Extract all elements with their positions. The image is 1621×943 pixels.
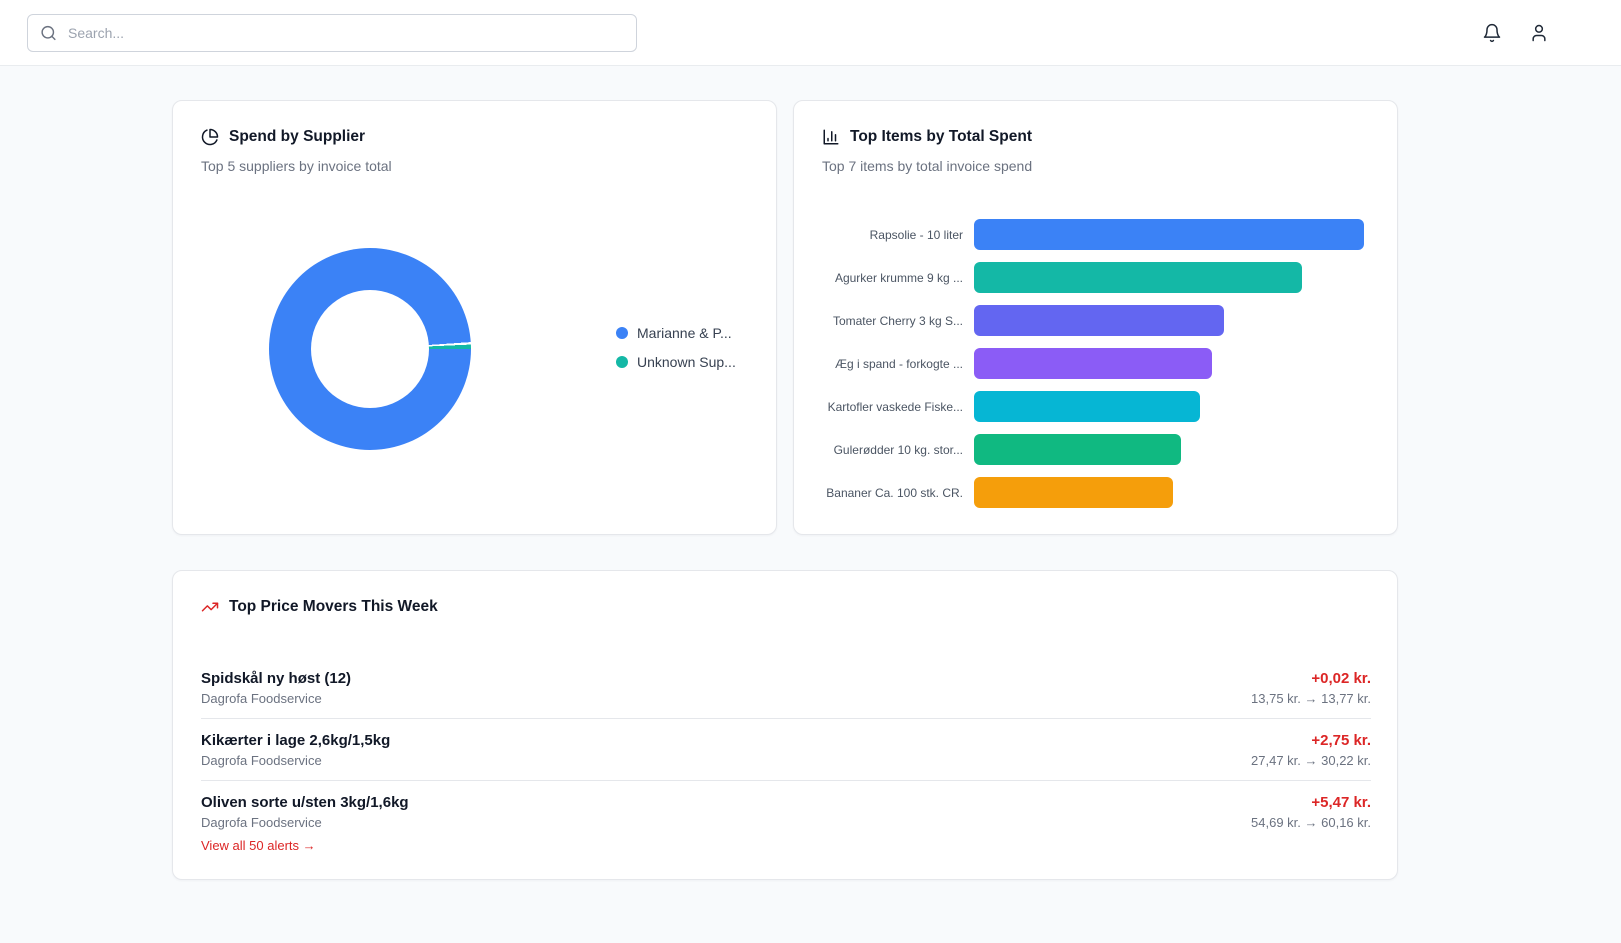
bar-row: Kartofler vaskede Fiske... (822, 391, 1364, 422)
mover-name: Kikærter i lage 2,6kg/1,5kg (201, 732, 391, 749)
legend-dot (616, 327, 628, 339)
bar-label: Kartofler vaskede Fiske... (827, 399, 963, 414)
price-movers-list: Spidskål ny høst (12) Dagrofa Foodservice… (201, 657, 1371, 842)
profile-button[interactable] (1529, 23, 1549, 43)
search-icon (41, 25, 56, 40)
mover-delta: +0,02 kr. (1311, 670, 1371, 687)
user-icon (1532, 24, 1546, 41)
legend-item[interactable]: Marianne & P... (616, 325, 736, 341)
legend-dot (616, 356, 628, 368)
bar-chart-icon (823, 129, 839, 145)
mover-info: Spidskål ny høst (12) Dagrofa Foodservice (201, 670, 351, 706)
bar-label: Bananer Ca. 100 stk. CR. (826, 485, 963, 500)
topbar-actions (1482, 23, 1621, 43)
card-header: Top Price Movers This Week (173, 571, 1397, 616)
bar-track (974, 305, 1364, 336)
mover-supplier: Dagrofa Foodservice (201, 815, 322, 830)
mover-name: Oliven sorte u/sten 3kg/1,6kg (201, 794, 409, 811)
legend-item[interactable]: Unknown Sup... (616, 354, 736, 370)
bar-row: Æg i spand - forkogte ... (822, 348, 1364, 379)
price-movers-card: Top Price Movers This Week Spidskål ny h… (172, 570, 1398, 880)
bar-track (974, 348, 1364, 379)
card-header: Top Items by Total Spent (794, 101, 1397, 146)
mover-delta: +2,75 kr. (1311, 732, 1371, 749)
mover-price-range: 13,75 kr. → 13,77 kr. (1251, 691, 1371, 706)
bar-label: Gulerødder 10 kg. stor... (833, 442, 963, 457)
bar-track (974, 391, 1364, 422)
mover-prices: +0,02 kr. 13,75 kr. → 13,77 kr. (1251, 670, 1371, 706)
spend-by-supplier-card: Spend by Supplier Top 5 suppliers by inv… (172, 100, 777, 535)
legend-label: Unknown Sup... (637, 354, 736, 370)
mover-price-range: 54,69 kr. → 60,16 kr. (1251, 815, 1371, 830)
bar[interactable] (974, 219, 1364, 250)
card-subtitle: Top 5 suppliers by invoice total (201, 158, 392, 174)
price-mover-row[interactable]: Kikærter i lage 2,6kg/1,5kg Dagrofa Foods… (201, 719, 1371, 781)
bar-label: Agurker krumme 9 kg ... (834, 270, 963, 285)
card-title: Spend by Supplier (229, 128, 366, 145)
bar-row: Tomater Cherry 3 kg S... (822, 305, 1364, 336)
price-mover-row[interactable]: Oliven sorte u/sten 3kg/1,6kg Dagrofa Foo… (201, 781, 1371, 842)
bar[interactable] (974, 348, 1212, 379)
bell-icon (1483, 23, 1501, 42)
bar-row: Bananer Ca. 100 stk. CR. (822, 477, 1364, 508)
pie-chart-icon (201, 128, 219, 146)
card-title: Top Items by Total Spent (850, 128, 1032, 145)
search-container (27, 13, 637, 52)
top-items-card: Top Items by Total Spent Top 7 items by … (793, 100, 1398, 535)
legend-label: Marianne & P... (637, 325, 732, 341)
view-all-alerts-link[interactable]: View all 50 alerts → (201, 838, 316, 853)
trending-up-icon (201, 602, 219, 612)
bar-track (974, 477, 1364, 508)
bar[interactable] (974, 391, 1201, 422)
bar-row: Gulerødder 10 kg. stor... (822, 434, 1364, 465)
mover-supplier: Dagrofa Foodservice (201, 753, 322, 768)
donut-chart[interactable] (269, 248, 471, 450)
mover-info: Oliven sorte u/sten 3kg/1,6kg Dagrofa Foo… (201, 794, 409, 830)
card-subtitle: Top 7 items by total invoice spend (822, 158, 1033, 174)
bar[interactable] (974, 305, 1224, 336)
bar-label: Æg i spand - forkogte ... (834, 356, 963, 371)
bar[interactable] (974, 477, 1173, 508)
mover-prices: +5,47 kr. 54,69 kr. → 60,16 kr. (1251, 794, 1371, 830)
search-input[interactable] (27, 13, 637, 52)
bar-track (974, 434, 1364, 465)
bar-chart: Rapsolie - 10 liter Agurker krumme 9 kg .… (822, 219, 1364, 520)
topbar (0, 0, 1621, 66)
bar-label: Rapsolie - 10 liter (869, 227, 963, 242)
bar[interactable] (974, 262, 1302, 293)
bar[interactable] (974, 434, 1181, 465)
notifications-button[interactable] (1482, 23, 1502, 43)
mover-name: Spidskål ny høst (12) (201, 670, 352, 687)
card-header: Spend by Supplier (173, 101, 776, 146)
bar-track (974, 262, 1364, 293)
bar-track (974, 219, 1364, 250)
mover-delta: +5,47 kr. (1311, 794, 1371, 811)
donut-legend: Marianne & P... Unknown Sup... (616, 325, 736, 383)
price-mover-row[interactable]: Spidskål ny høst (12) Dagrofa Foodservice… (201, 657, 1371, 719)
mover-prices: +2,75 kr. 27,47 kr. → 30,22 kr. (1251, 732, 1371, 768)
mover-info: Kikærter i lage 2,6kg/1,5kg Dagrofa Foods… (201, 732, 390, 768)
bar-label: Tomater Cherry 3 kg S... (832, 313, 963, 328)
bar-row: Agurker krumme 9 kg ... (822, 262, 1364, 293)
mover-price-range: 27,47 kr. → 30,22 kr. (1251, 753, 1371, 768)
mover-supplier: Dagrofa Foodservice (201, 691, 322, 706)
card-title: Top Price Movers This Week (229, 598, 438, 615)
bar-row: Rapsolie - 10 liter (822, 219, 1364, 250)
